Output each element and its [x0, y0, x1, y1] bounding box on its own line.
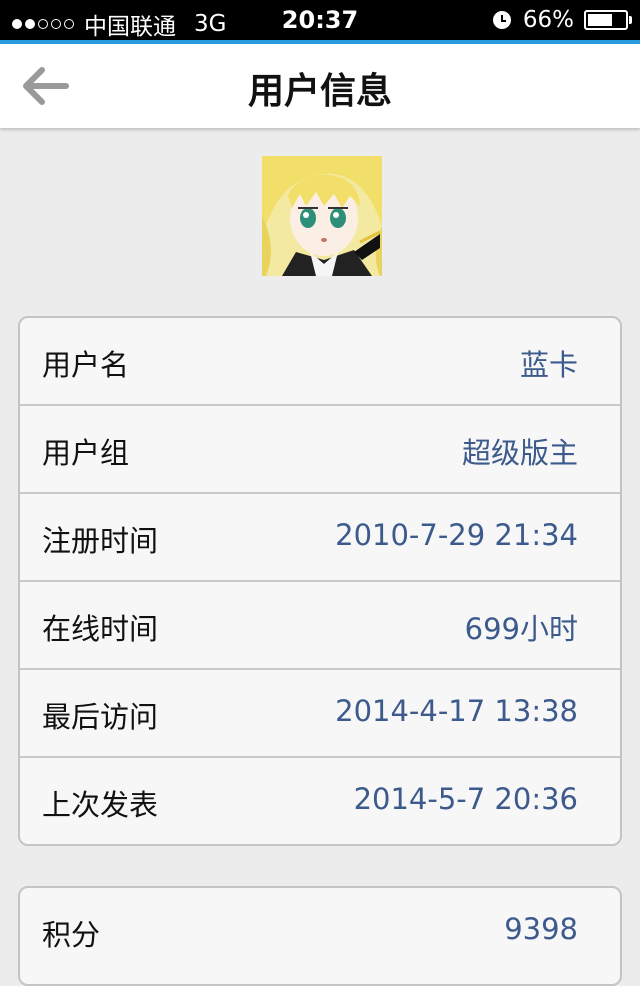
stats-group: 积分 9398: [18, 886, 622, 986]
info-row: 在线时间 699小时: [20, 582, 620, 670]
info-row: 积分 9398: [20, 888, 620, 976]
status-bar: 中国联通 3G 20:37 66%: [0, 0, 640, 40]
battery-percentage: 66%: [522, 7, 574, 33]
info-row: 用户名 蓝卡: [20, 318, 620, 406]
row-value: 超级版主: [461, 436, 578, 470]
profile-info-group: 用户名 蓝卡用户组 超级版主注册时间 2010-7-29 21:34 在线时间 699小时…: [18, 316, 622, 846]
row-value: 9398: [504, 912, 578, 946]
info-row: 注册时间 2010-7-29 21:34: [20, 494, 620, 582]
row-value: 2014-5-7 20:36: [353, 782, 578, 816]
row-value: 699小时: [464, 612, 578, 646]
row-label: 最后访问: [42, 700, 159, 734]
row-label: 上次发表: [42, 788, 159, 822]
info-row: 用户组 超级版主: [20, 406, 620, 494]
row-label: 注册时间: [42, 524, 159, 558]
row-value: 2014-4-17 13:38: [335, 694, 578, 728]
row-value: 2010-7-29 21:34: [335, 518, 578, 552]
battery-icon: [584, 10, 632, 30]
row-label: 用户名: [42, 348, 130, 382]
row-value: 蓝卡: [519, 348, 578, 382]
row-label: 用户组: [42, 436, 130, 470]
alarm-clock-icon: [492, 11, 511, 29]
user-avatar: [262, 156, 382, 276]
info-row: 最后访问 2014-4-17 13:38: [20, 670, 620, 758]
row-label: 在线时间: [42, 612, 159, 646]
page-title: 用户信息: [247, 71, 392, 112]
navigation-bar: 用户信息: [0, 44, 640, 128]
info-row: 上次发表 2014-5-7 20:36: [20, 758, 620, 844]
row-label: 积分: [42, 918, 101, 952]
